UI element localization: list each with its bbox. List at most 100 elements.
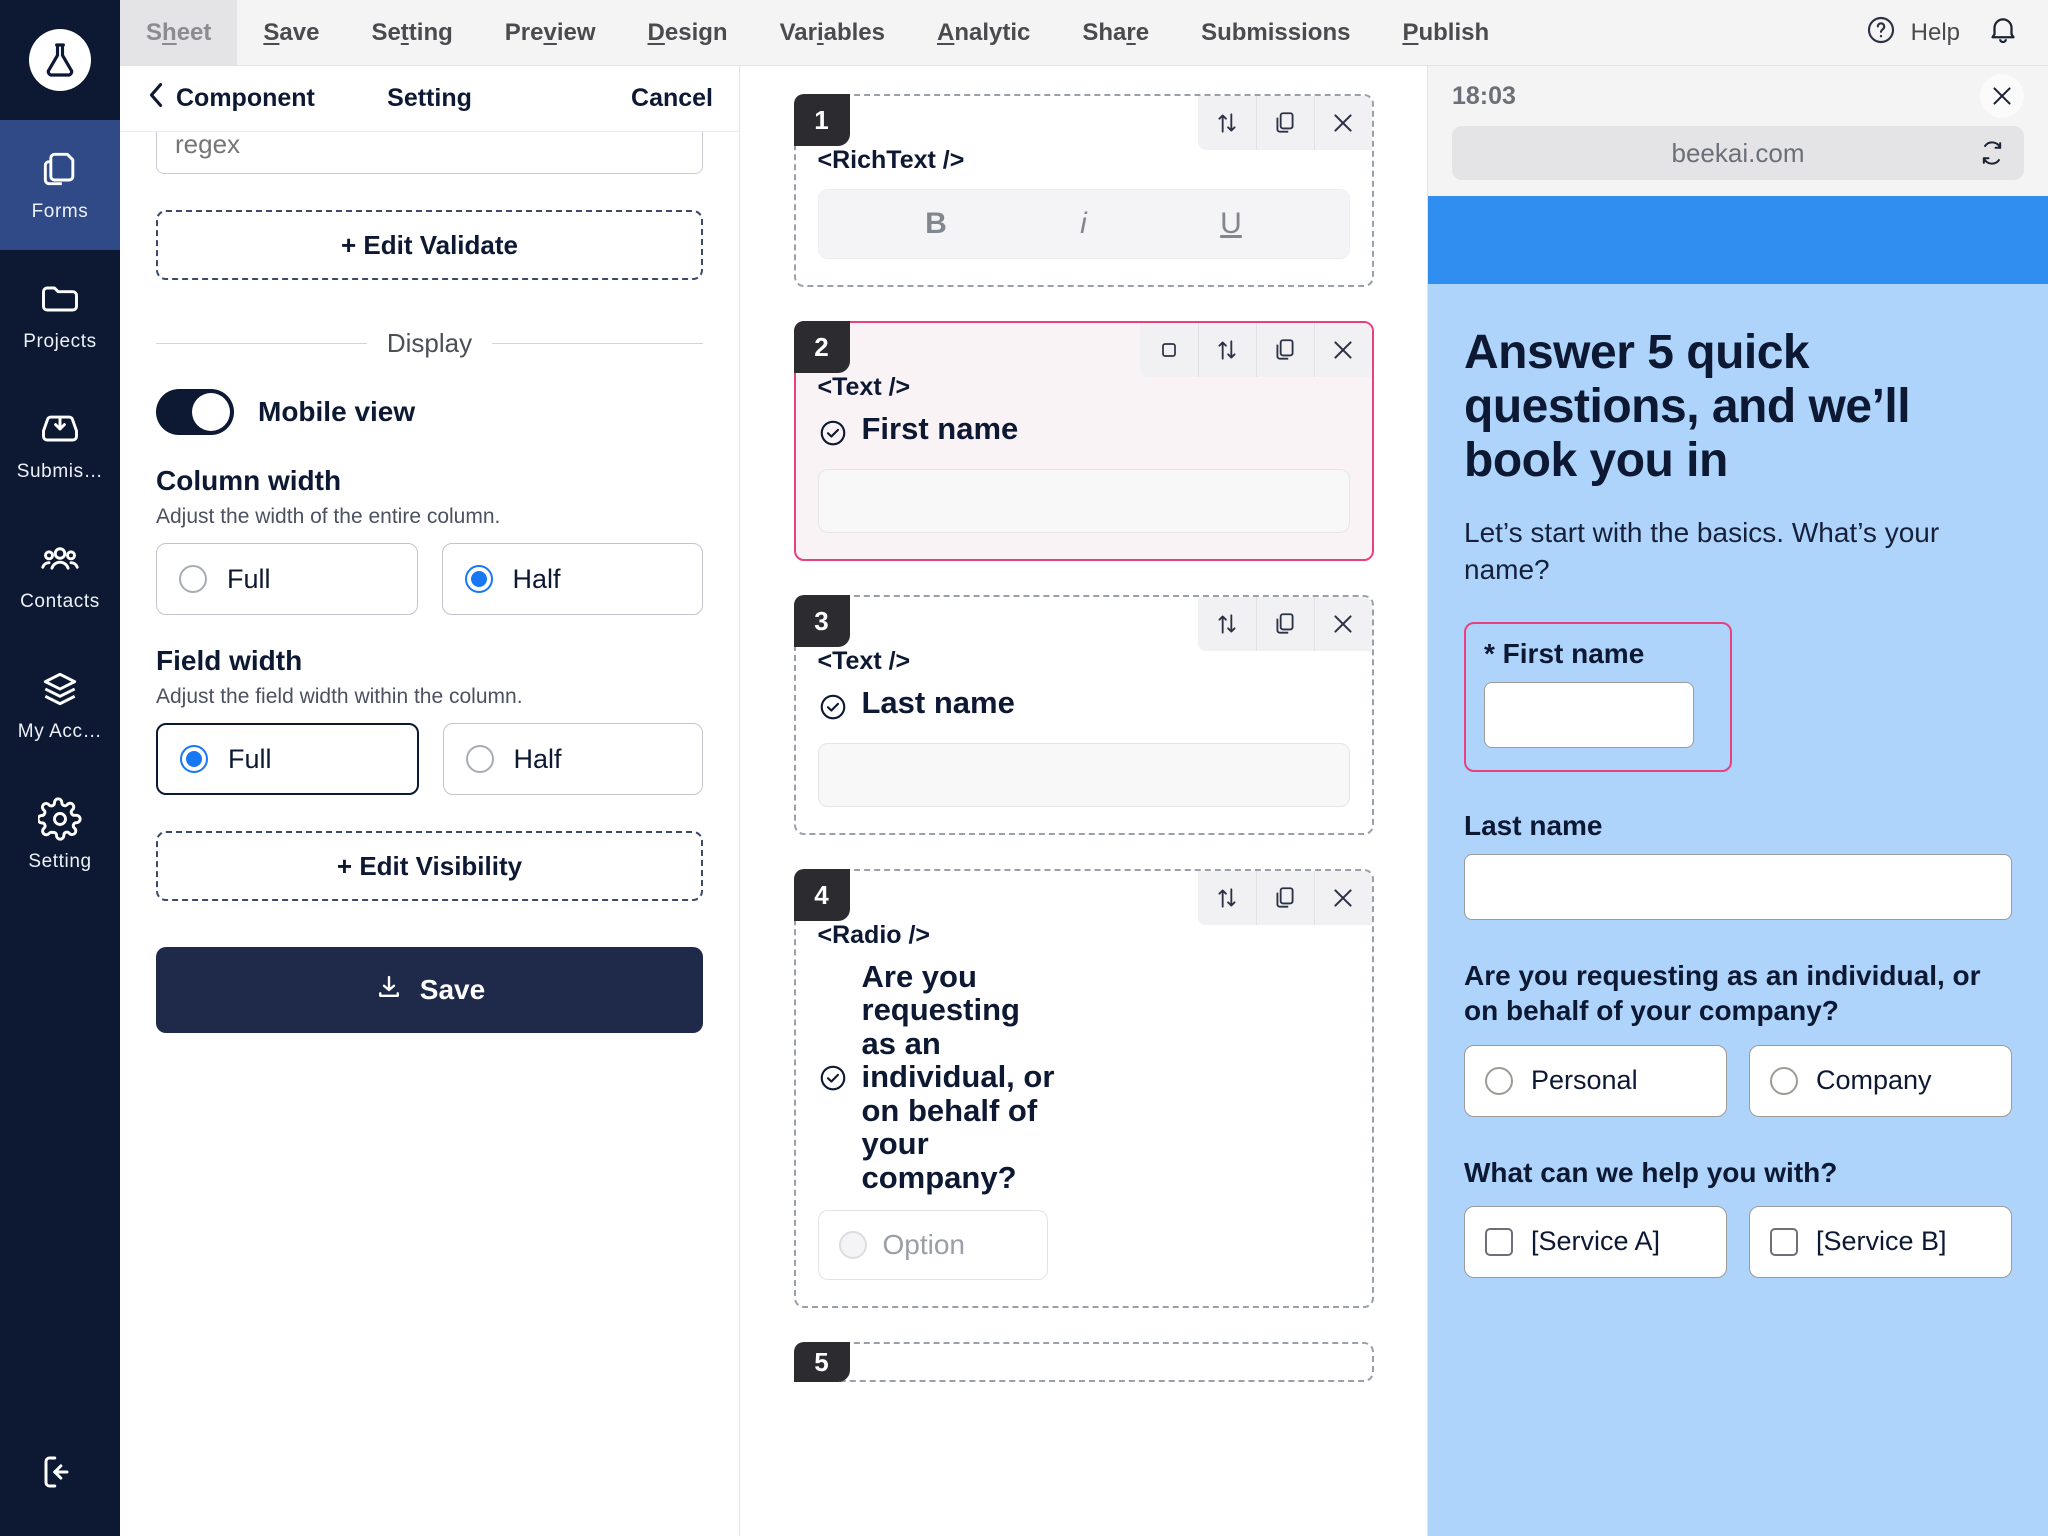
block-label-row: Last name xyxy=(818,686,1350,727)
tab-variables[interactable]: Var i ables xyxy=(754,0,911,65)
option-label: Personal xyxy=(1531,1065,1638,1096)
mobile-view-toggle[interactable] xyxy=(156,389,234,435)
preview-option-service-a[interactable]: [Service A] xyxy=(1464,1205,1727,1278)
inbox-down-icon xyxy=(38,407,82,451)
divider-line-left xyxy=(156,343,367,344)
back-to-components-button[interactable]: Component xyxy=(146,82,315,115)
reorder-icon[interactable] xyxy=(1198,871,1256,925)
sidebar-item-submissions[interactable]: Submis… xyxy=(0,380,120,510)
preview-url-bar[interactable]: beekai.com xyxy=(1452,126,2024,180)
block-input-preview[interactable] xyxy=(817,469,1350,533)
underline-button[interactable]: U xyxy=(1220,207,1242,241)
toggle-knob xyxy=(192,393,230,431)
duplicate-icon[interactable] xyxy=(1255,871,1314,925)
canvas-block-next[interactable]: 5 xyxy=(793,1342,1374,1383)
delete-icon[interactable] xyxy=(1313,323,1372,377)
option-label: [Service A] xyxy=(1531,1226,1661,1257)
sidebar-item-my-account[interactable]: My Acc… xyxy=(0,640,120,770)
tab-design[interactable]: Design xyxy=(622,0,754,65)
component-setting-panel: Component Setting Cancel + Edit Validate… xyxy=(120,66,740,1536)
resize-icon[interactable] xyxy=(1140,323,1198,377)
column-width-full-option[interactable]: Full xyxy=(156,543,418,615)
tab-share[interactable]: Sha r e xyxy=(1056,0,1175,65)
preview-option-service-b[interactable]: [Service B] xyxy=(1749,1205,2012,1278)
block-field-label: Last name xyxy=(861,685,1015,720)
preview-question-1-options: Personal Company xyxy=(1464,1044,2012,1117)
reorder-icon[interactable] xyxy=(1198,597,1256,651)
help-button[interactable]: Help xyxy=(1865,14,1960,51)
tab-sheet[interactable]: Sh eet xyxy=(120,0,238,65)
flask-logo-icon xyxy=(29,29,91,91)
block-field-label: First name xyxy=(861,411,1019,446)
close-icon[interactable] xyxy=(1980,74,2024,118)
canvas-block-text-last-name[interactable]: 3 <Text /> Last name xyxy=(793,595,1374,835)
option-label: Full xyxy=(227,563,271,594)
sidebar-label: Projects xyxy=(23,331,97,352)
column-width-options: Full Half xyxy=(156,543,703,615)
download-icon xyxy=(374,972,404,1009)
bold-button[interactable]: B xyxy=(925,207,947,241)
column-width-desc: Adjust the width of the entire column. xyxy=(156,505,501,528)
sidebar-label: My Acc… xyxy=(17,721,103,742)
block-number-badge: 2 xyxy=(793,321,850,373)
block-input-preview[interactable] xyxy=(817,743,1350,807)
sidebar-item-forms[interactable]: Forms xyxy=(0,120,120,250)
field-width-full-option[interactable]: Full xyxy=(156,723,419,795)
delete-icon[interactable] xyxy=(1313,96,1372,150)
setting-panel-title: Setting xyxy=(387,84,472,112)
cancel-button[interactable]: Cancel xyxy=(631,84,713,113)
preview-first-name-field[interactable]: * First name xyxy=(1464,622,1732,773)
logout-icon xyxy=(39,1451,81,1498)
logout-button[interactable] xyxy=(0,1451,120,1498)
app-logo[interactable] xyxy=(0,0,120,120)
tab-save[interactable]: Save xyxy=(237,0,345,65)
sidebar-item-setting[interactable]: Setting xyxy=(0,770,120,900)
check-circle-icon xyxy=(818,1063,848,1098)
regex-input[interactable] xyxy=(156,132,703,174)
block-toolbar xyxy=(1139,323,1372,377)
reorder-icon[interactable] xyxy=(1198,96,1256,150)
delete-icon[interactable] xyxy=(1313,597,1372,651)
block-toolbar xyxy=(1197,597,1372,651)
canvas-block-radio[interactable]: 4 <Radio /> Are you requesting as an ind… xyxy=(793,869,1374,1309)
sidebar-item-projects[interactable]: Projects xyxy=(0,250,120,380)
preview-last-name-input[interactable] xyxy=(1464,854,2012,921)
sidebar-item-contacts[interactable]: Contacts xyxy=(0,510,120,640)
reorder-icon[interactable] xyxy=(1197,323,1256,377)
edit-validate-button[interactable]: + Edit Validate xyxy=(156,210,703,280)
tab-analytic[interactable]: Analytic xyxy=(911,0,1056,65)
preview-first-name-label: * First name xyxy=(1484,638,1645,670)
canvas-block-list: 1 <RichText /> B i U 2 <Text /> First na… xyxy=(793,94,1374,1383)
refresh-icon[interactable] xyxy=(1978,139,2006,167)
column-width-half-option[interactable]: Half xyxy=(441,543,703,615)
chevron-left-icon xyxy=(146,82,166,115)
tab-preview[interactable]: Pre v iew xyxy=(479,0,622,65)
duplicate-icon[interactable] xyxy=(1255,323,1314,377)
field-width-group: Field width Adjust the field width withi… xyxy=(156,645,703,795)
duplicate-icon[interactable] xyxy=(1255,96,1314,150)
radio-option-preview[interactable]: Option xyxy=(817,1210,1048,1281)
tab-setting[interactable]: Se t ting xyxy=(345,0,478,65)
display-section-divider: Display xyxy=(156,328,703,359)
preview-question-1: Are you requesting as an individual, or … xyxy=(1464,958,2012,1117)
preview-option-company[interactable]: Company xyxy=(1749,1044,2012,1117)
preview-option-personal[interactable]: Personal xyxy=(1464,1044,1727,1117)
tab-publish[interactable]: Publish xyxy=(1376,0,1515,65)
block-toolbar xyxy=(1197,96,1372,150)
italic-button[interactable]: i xyxy=(1080,207,1087,241)
delete-icon[interactable] xyxy=(1313,871,1372,925)
preview-first-name-input[interactable] xyxy=(1484,682,1694,749)
field-width-half-option[interactable]: Half xyxy=(442,723,703,795)
radio-icon-selected xyxy=(464,565,493,593)
column-width-group: Column width Adjust the width of the ent… xyxy=(156,465,703,615)
edit-visibility-button[interactable]: + Edit Visibility xyxy=(156,831,703,901)
canvas-block-richtext[interactable]: 1 <RichText /> B i U xyxy=(793,94,1374,287)
duplicate-icon[interactable] xyxy=(1255,597,1314,651)
block-field-label: Are you requesting as an individual, or … xyxy=(861,959,1055,1195)
preview-statusbar: 18:03 xyxy=(1428,66,2048,126)
save-button[interactable]: Save xyxy=(156,947,703,1033)
canvas-block-text-first-name[interactable]: 2 <Text /> First name xyxy=(793,321,1374,561)
check-circle-icon xyxy=(818,418,848,453)
tab-submissions[interactable]: Submissions xyxy=(1175,0,1376,65)
bell-icon[interactable] xyxy=(1986,13,2020,52)
